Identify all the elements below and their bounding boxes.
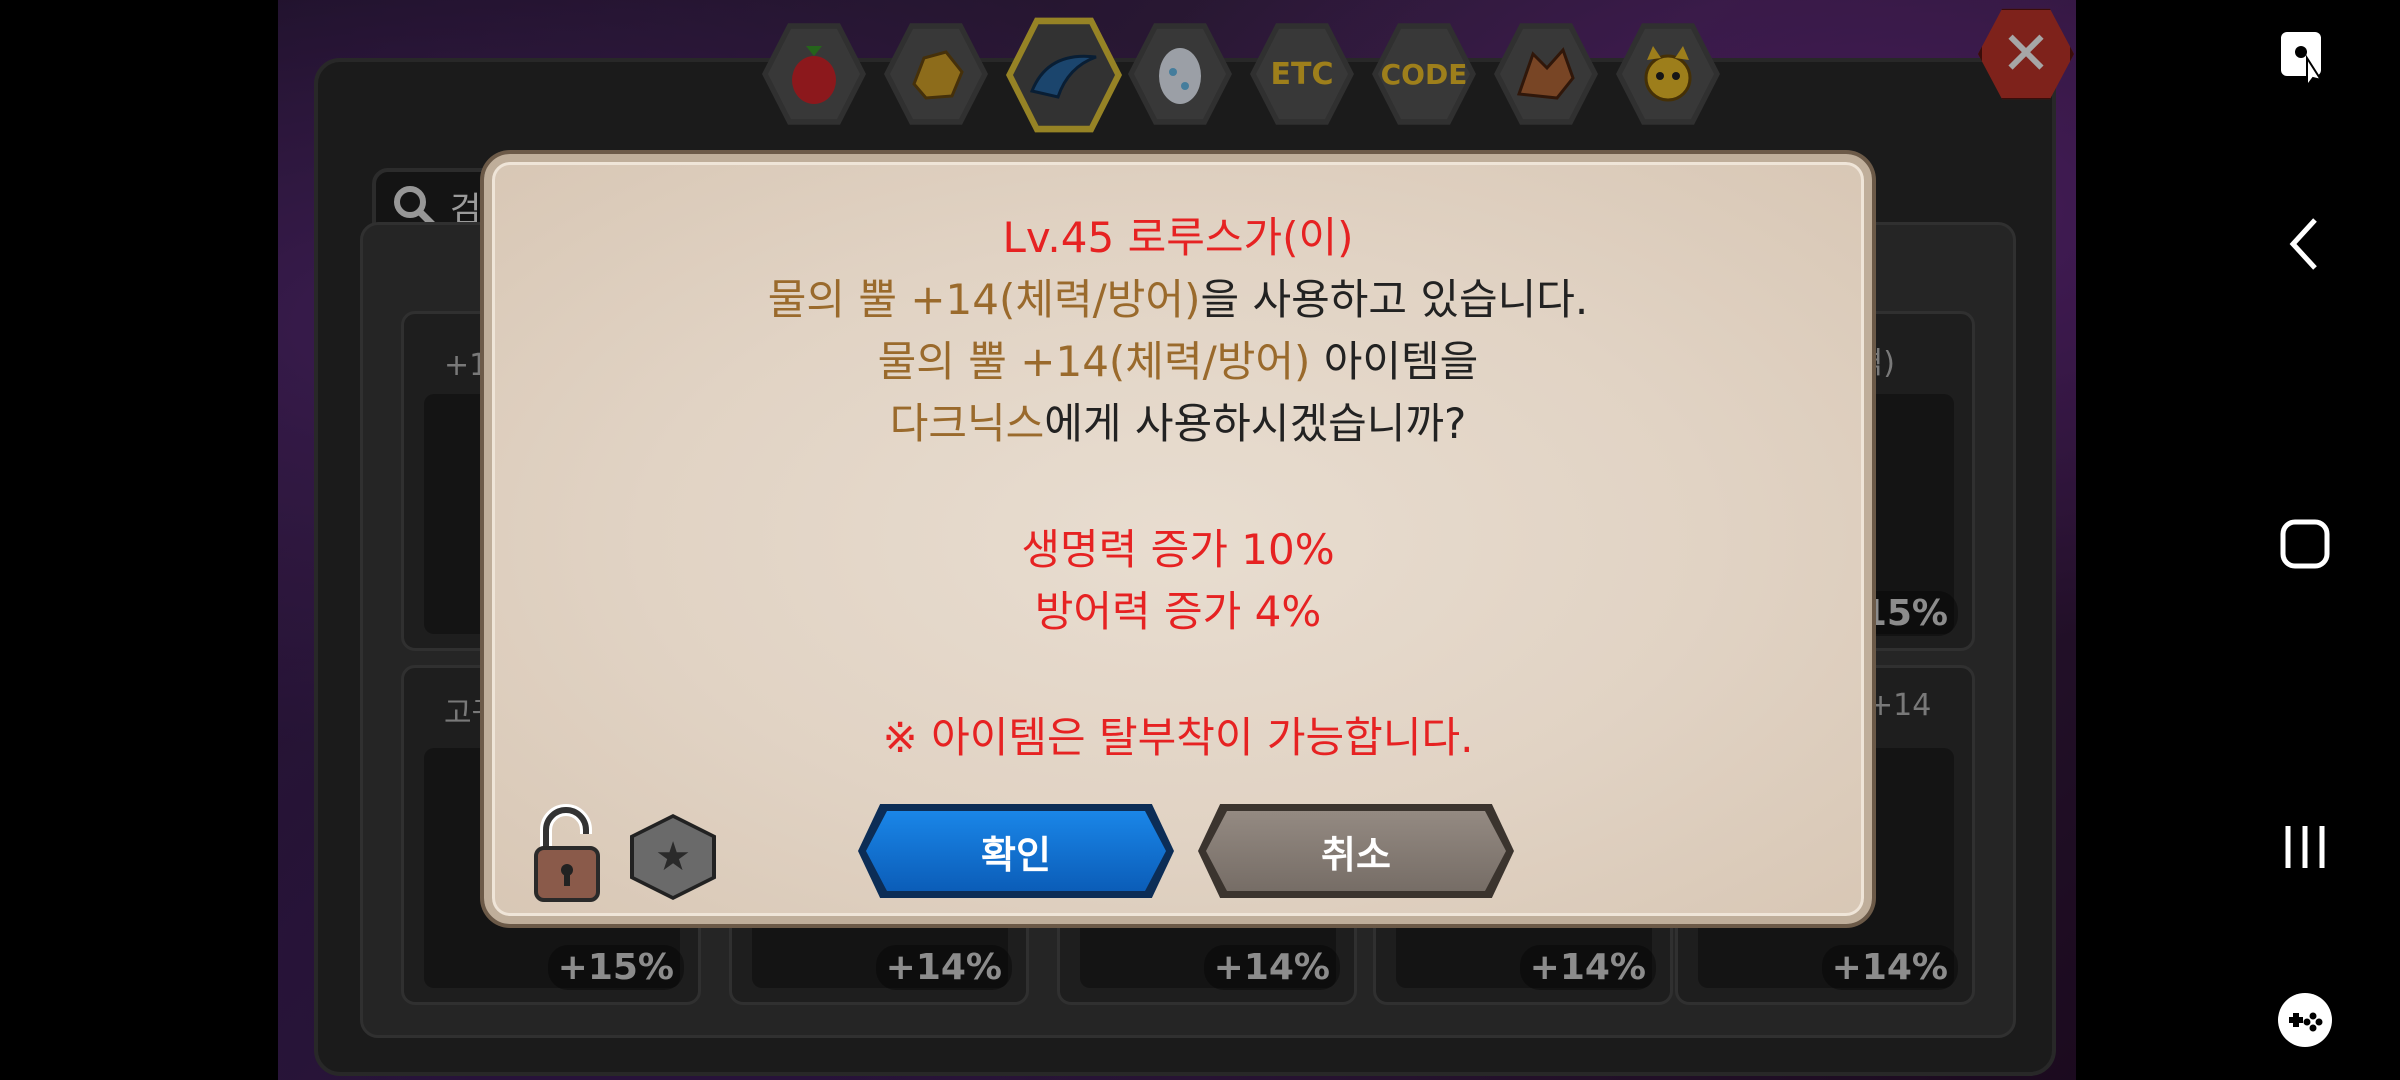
home-icon (2280, 519, 2330, 569)
back-button[interactable] (2210, 214, 2400, 274)
game-tools-button[interactable] (2210, 990, 2400, 1050)
system-nav-bar (2210, 0, 2400, 1080)
current-item-suffix: 을 사용하고 있습니다. (1200, 275, 1589, 324)
question-suffix: 에게 사용하시겠습니까? (1044, 399, 1467, 448)
cancel-button-label: 취소 (1206, 811, 1506, 891)
new-item-suffix: 아이템을 (1310, 337, 1479, 386)
back-icon (2289, 218, 2317, 270)
unlock-icon[interactable] (532, 804, 602, 904)
stat-hp-increase: 생명력 증가 10% (1021, 525, 1335, 574)
gamepad-icon (2278, 993, 2332, 1047)
confirm-dialog: Lv.45 로루스가(이) 물의 뿔 +14(체력/방어)을 사용하고 있습니다… (484, 154, 1872, 924)
screen-lock-touch-button[interactable] (2210, 28, 2400, 88)
stat-def-increase: 방어력 증가 4% (1034, 587, 1322, 636)
recents-button[interactable] (2210, 822, 2400, 872)
target-name: 다크닉스 (889, 399, 1045, 448)
confirm-button[interactable]: 확인 (858, 804, 1174, 898)
dialog-note: ※ 아이템은 탈부착이 가능합니다. (882, 713, 1474, 762)
home-button[interactable] (2210, 518, 2400, 570)
cancel-button[interactable]: 취소 (1198, 804, 1514, 898)
current-item-name: 물의 뿔 +14(체력/방어) (767, 275, 1201, 324)
game-screen: 검색 ⟳ +14( 공격) +15% 고귀 +15% +14% (278, 0, 2076, 1080)
favorite-button[interactable]: ★ (630, 814, 716, 900)
confirm-button-label: 확인 (866, 811, 1166, 891)
recents-icon (2285, 826, 2325, 868)
dialog-current-item-line: 물의 뿔 +14(체력/방어)을 사용하고 있습니다. (492, 272, 1864, 328)
touch-lock-icon (2281, 32, 2324, 88)
star-icon: ★ (655, 834, 691, 880)
dialog-level-line: Lv.45 로루스가(이) (1002, 213, 1354, 262)
dialog-new-item-line: 물의 뿔 +14(체력/방어) 아이템을 (492, 334, 1864, 390)
dialog-question-line: 다크닉스에게 사용하시겠습니까? (492, 396, 1864, 452)
new-item-name: 물의 뿔 +14(체력/방어) (877, 337, 1311, 386)
